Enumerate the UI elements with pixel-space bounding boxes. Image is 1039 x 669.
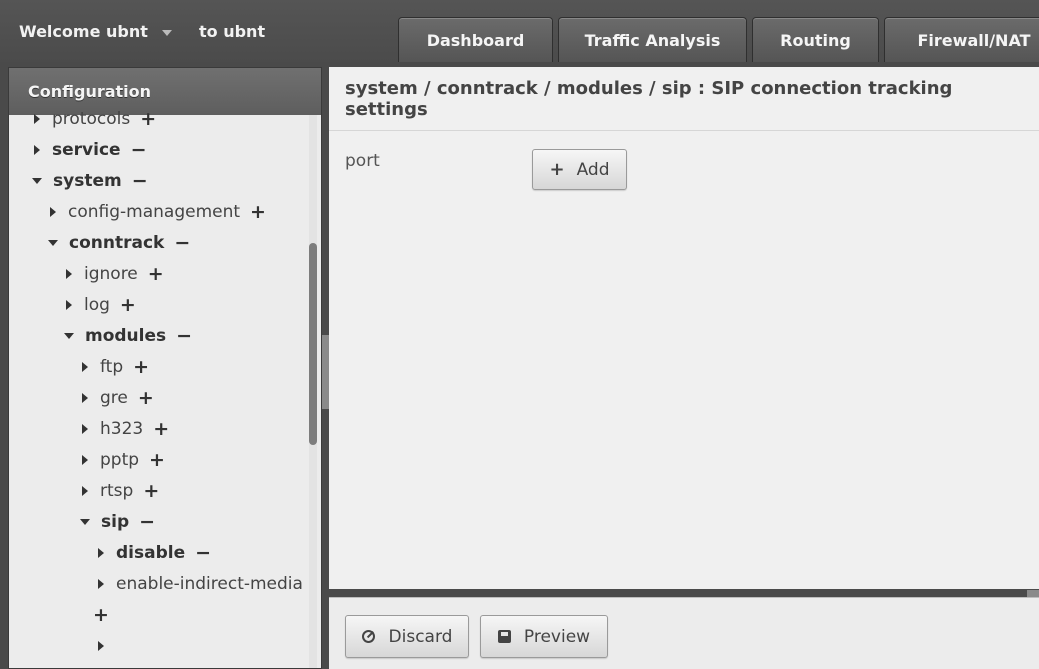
welcome-label: Welcome ubnt [19, 22, 148, 41]
tree-node-label[interactable]: rtsp [100, 481, 133, 501]
add-node-icon[interactable]: + [149, 450, 165, 470]
caret-right-icon[interactable] [82, 486, 88, 496]
tree-node-label[interactable]: service [52, 140, 121, 160]
tree-node-label[interactable]: log [84, 295, 110, 315]
user-menu[interactable]: Welcome ubnt [19, 22, 172, 41]
add-node-icon[interactable]: + [93, 605, 109, 625]
caret-right-icon[interactable] [50, 207, 56, 217]
caret-right-icon[interactable] [82, 362, 88, 372]
panel-corner [1027, 590, 1039, 597]
preview-button-label: Preview [523, 626, 591, 647]
preview-button[interactable]: Preview [480, 615, 608, 658]
tree-node-label[interactable]: disable [116, 543, 185, 563]
caret-right-icon[interactable] [98, 641, 104, 651]
remove-node-icon[interactable]: − [176, 326, 192, 346]
tree-node-system[interactable]: system − [32, 169, 148, 193]
tree-node-label[interactable]: ignore [84, 264, 138, 284]
caret-right-icon[interactable] [66, 269, 72, 279]
add-node-icon[interactable]: + [133, 357, 149, 377]
remove-node-icon[interactable]: − [195, 543, 211, 563]
add-node-icon[interactable]: + [120, 295, 136, 315]
tree-node-log[interactable]: log + [66, 293, 136, 317]
caret-right-icon[interactable] [98, 548, 104, 558]
add-node-icon[interactable]: + [250, 202, 266, 222]
add-node-icon[interactable]: + [140, 109, 156, 129]
tree-node-sip[interactable]: sip − [80, 510, 155, 534]
tree-node-label[interactable]: ftp [100, 357, 123, 377]
tree-node-label[interactable]: h323 [100, 419, 143, 439]
add-node-icon[interactable]: + [148, 264, 164, 284]
page-title: system / conntrack / modules / sip : SIP… [329, 67, 1039, 131]
tree-node-enable-indirect-media[interactable]: enable-indirect-media [98, 572, 303, 596]
tree-node-ignore[interactable]: ignore + [66, 262, 164, 286]
add-node-icon[interactable]: + [153, 419, 169, 439]
remove-node-icon[interactable]: − [131, 140, 147, 160]
plus-icon: + [549, 159, 565, 180]
cancel-icon [361, 630, 375, 643]
tree-node-gre[interactable]: gre + [82, 386, 154, 410]
tree-node-label[interactable]: conntrack [69, 233, 164, 253]
tree-node-disable[interactable]: disable − [98, 541, 211, 565]
main-tabs: Dashboard Traffic Analysis Routing Firew… [398, 17, 1039, 62]
tree-scrollbar-thumb[interactable] [309, 243, 317, 445]
tree-node-config-management[interactable]: config-management + [50, 200, 266, 224]
caret-right-icon[interactable] [98, 579, 104, 589]
to-user-label: to ubnt [199, 22, 266, 41]
chevron-down-icon [161, 29, 172, 36]
add-node-icon[interactable]: + [143, 481, 159, 501]
remove-node-icon[interactable]: − [174, 233, 190, 253]
port-label: port [345, 151, 380, 171]
tree-node-conntrack[interactable]: conntrack − [48, 231, 190, 255]
caret-right-icon[interactable] [82, 424, 88, 434]
tree-node-label[interactable]: pptp [100, 450, 139, 470]
config-tree: protocols + service − system − config-ma… [9, 109, 321, 668]
caret-right-icon[interactable] [66, 300, 72, 310]
tree-node-modules[interactable]: modules − [64, 324, 192, 348]
add-port-button[interactable]: + Add [532, 149, 627, 190]
caret-down-icon[interactable] [64, 333, 74, 339]
tree-node-label[interactable]: modules [85, 326, 166, 346]
caret-right-icon[interactable] [34, 145, 40, 155]
tree-node-label[interactable]: protocols [52, 109, 130, 129]
tree-node-h323[interactable]: h323 + [82, 417, 169, 441]
action-bar: Discard Preview [329, 597, 1039, 669]
tree-node-service[interactable]: service − [34, 138, 146, 162]
tab-traffic-analysis[interactable]: Traffic Analysis [558, 17, 747, 62]
save-icon [497, 630, 511, 643]
tree-node-next[interactable] [98, 634, 116, 658]
add-button-label: Add [576, 159, 610, 180]
caret-right-icon[interactable] [82, 393, 88, 403]
tree-node-ftp[interactable]: ftp + [82, 355, 149, 379]
tree-node-rtsp[interactable]: rtsp + [82, 479, 159, 503]
discard-button[interactable]: Discard [345, 615, 469, 658]
settings-panel: system / conntrack / modules / sip : SIP… [329, 67, 1039, 589]
tree-node-pptp[interactable]: pptp + [82, 448, 165, 472]
discard-button-label: Discard [388, 626, 453, 647]
tab-routing[interactable]: Routing [752, 17, 879, 62]
tree-node-protocols[interactable]: protocols + [34, 107, 156, 131]
tree-node-label[interactable]: system [53, 171, 122, 191]
configuration-panel: Configuration protocols + service − syst… [8, 67, 322, 669]
tree-node-label[interactable]: sip [101, 512, 129, 532]
add-node-icon[interactable]: + [138, 388, 154, 408]
splitter-handle[interactable] [322, 335, 329, 409]
top-bar: Welcome ubnt to ubnt Dashboard Traffic A… [0, 0, 1039, 62]
caret-down-icon[interactable] [80, 519, 90, 525]
remove-node-icon[interactable]: − [139, 512, 155, 532]
tab-dashboard[interactable]: Dashboard [398, 17, 553, 62]
caret-down-icon[interactable] [48, 240, 58, 246]
tree-node-enable-indirect-media-add[interactable]: + [93, 603, 109, 627]
tree-node-label[interactable]: enable-indirect-media [116, 574, 303, 594]
remove-node-icon[interactable]: − [132, 171, 148, 191]
tab-firewall-nat[interactable]: Firewall/NAT [884, 17, 1039, 62]
caret-right-icon[interactable] [34, 114, 40, 124]
caret-right-icon[interactable] [82, 455, 88, 465]
tree-node-label[interactable]: config-management [68, 202, 240, 222]
caret-down-icon[interactable] [32, 178, 42, 184]
tree-node-label[interactable]: gre [100, 388, 128, 408]
